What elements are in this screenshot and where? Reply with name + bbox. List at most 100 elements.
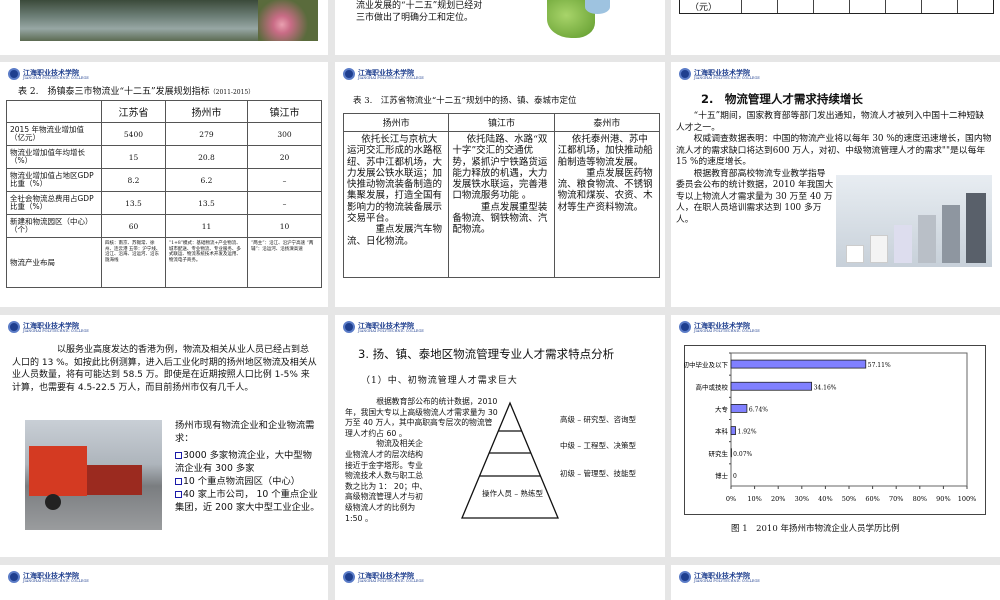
text-line: 三市做出了明确分工和定位。 [356, 12, 474, 23]
logo-icon [8, 571, 20, 583]
text-line: 流业发展的“十二五”规划已经对 [356, 1, 483, 11]
caption-text: 表 2. 扬镇泰三市物流业“十二五”发展规划指标 [18, 87, 210, 97]
table-cell: 依托陆路、水路“双十字”交汇的交通优势，紧抓沪宁铁路货运能力释放的机遇，大力发展… [448, 131, 555, 278]
square-bullet-icon [175, 478, 182, 485]
bar [730, 448, 732, 458]
table-cell: 13.5 [101, 191, 166, 215]
slide-thumbnail[interactable]: 江海职业技术学院 JIANGHAI POLYTECHNIC COLLEGE 3. … [335, 315, 665, 557]
logo-icon [8, 68, 20, 80]
truck-cab [29, 446, 87, 496]
column-header: 江苏省 [101, 100, 166, 123]
slide-thumbnail[interactable]: 江海职业技术学院 JIANGHAI POLYTECHNIC COLLEGE [335, 565, 665, 600]
slide-thumbnail[interactable]: 江海职业技术学院 JIANGHAI POLYTECHNIC COLLEGE 以服务… [0, 315, 328, 557]
truck-container [87, 465, 142, 495]
slide-thumbnail[interactable]: 江海职业技术学院 JIANGHAI POLYTECHNIC COLLEGE 2. … [671, 62, 1000, 307]
ladder-step [894, 225, 912, 263]
table-row: 新建和物流园区（中心）（个） 60 11 10 [6, 214, 322, 238]
slide-thumbnail[interactable]: 江海职业技术学院 JIANGHAI POLYTECHNIC COLLEGE [0, 565, 328, 600]
chart-caption: 图 1 2010 年扬州市物流企业人员学历比例 [731, 524, 900, 534]
paragraph: 权威调查数据表明：中国的物流产业将以每年 30 %的速度迅速增长，国内物流人才的… [676, 134, 992, 169]
side-title: 扬州市现有物流企业和企业物流需求： [175, 420, 315, 444]
column-header: 镇江市 [448, 113, 555, 132]
table-cell: 物流业增加值年均增长（%） [6, 145, 102, 169]
table-row: 全社会物流总费用占GDP 比重（%） 13.5 13.5– [6, 191, 322, 215]
plot-area [730, 352, 968, 487]
data-label: 0 [733, 473, 737, 480]
x-tick-label: 90% [936, 495, 950, 503]
ladder-step [870, 235, 888, 263]
table-cell: 10 [247, 214, 322, 238]
x-tick-label: 70% [889, 495, 903, 503]
x-tick-label: 20% [771, 495, 785, 503]
table-row: 2015 年物流业增加值（亿元） 5400 279 300 [6, 122, 322, 146]
logo-name: 江海职业技术学院 [23, 570, 79, 580]
table-cell: 60 [101, 214, 166, 238]
table-cell: 13.5 [164, 191, 249, 215]
table-cell: 四核：南京、苏锡常、徐州、连云港 五带：沪宁线、沿江、沿海、沿运河、沿东陇海线 [101, 237, 166, 288]
college-logo: 江海职业技术学院 JIANGHAI POLYTECHNIC COLLEGE [679, 321, 760, 333]
logo-english: JIANGHAI POLYTECHNIC COLLEGE [358, 75, 424, 80]
slide-thumbnail[interactable]: （元） [671, 0, 1000, 55]
table-cell: – [247, 191, 322, 215]
table-cell: 物流业增加值占地区GDP 比重（%） [6, 168, 102, 192]
table-cell: 物流产业布局 [6, 237, 102, 288]
category-label: 初中毕业及以下 [684, 360, 729, 369]
bullet-item: 10 个重点物流园区（中心） [175, 475, 320, 488]
city-positioning-table: 扬州市 镇江市 泰州市 依托长江与京杭大运河交汇形成的水路枢纽、苏中江都机场，大力发… [342, 113, 661, 278]
slide-side-text: 扬州市现有物流企业和企业物流需求： 3000 多家物流企业，大中型物流企业有 3… [175, 419, 320, 514]
table-cell: 2015 年物流业增加值（亿元） [6, 122, 102, 146]
logo-english: JIANGHAI POLYTECHNIC COLLEGE [23, 578, 89, 583]
cell-text: 依托泰州港、苏中江都机场，加快推动船舶制造等物流发展。 [557, 134, 653, 168]
slide-thumbnail[interactable]: 流业发展的“十二五”规划已经对 三市做出了明确分工和定位。 [335, 0, 665, 55]
table-row: 物流业增加值占地区GDP 比重（%） 8.2 6.2– [6, 168, 322, 192]
logo-name: 江海职业技术学院 [23, 67, 79, 77]
bullet-item: 40 家上市公司， 10 个重点企业集团，近 200 家大中型工业企业。 [175, 488, 320, 514]
table-caption: 表 2. 扬镇泰三市物流业“十二五”发展规划指标（2011-2015） [18, 84, 254, 97]
ladder-step [846, 245, 864, 263]
logo-english: JIANGHAI POLYTECHNIC COLLEGE [694, 328, 760, 333]
column-header: 扬州市 [164, 100, 249, 123]
slide-thumbnail[interactable]: 江海职业技术学院 JIANGHAI POLYTECHNIC COLLEGE 表 2… [0, 62, 328, 307]
slide-thumbnail[interactable]: 江海职业技术学院 JIANGHAI POLYTECHNIC COLLEGE 表 3… [335, 62, 665, 307]
logo-icon [8, 321, 20, 333]
x-tick-label: 30% [795, 495, 809, 503]
column-header: 镇江市 [247, 100, 322, 123]
x-tick-label: 60% [865, 495, 879, 503]
slide-thumbnail[interactable] [0, 0, 328, 55]
x-tick-label: 0% [726, 495, 736, 503]
logo-icon [343, 68, 355, 80]
category-label: 大专 [715, 404, 729, 413]
table-cell: “两主”：沿江、沿沪宁高速 “两辅”：沿运河、沿扬溧高速 [247, 237, 322, 288]
slide-body: “十五”期间，国家教育部等部门发出通知，物流人才被列入中国十二种短缺人才之一。 … [676, 111, 992, 226]
table-caption: 表 3. 江苏省物流业“十二五”规划中的扬、镇、泰城市定位 [353, 96, 577, 106]
slide-subtitle: （1）中、初物流管理人才需求巨大 [361, 376, 518, 386]
table-cell: （元） [680, 0, 742, 13]
logo-name: 江海职业技术学院 [694, 67, 750, 77]
logo-english: JIANGHAI POLYTECHNIC COLLEGE [23, 75, 89, 80]
cell-text: 重点发展汽车物流、日化物流。 [347, 224, 443, 247]
logo-name: 江海职业技术学院 [23, 320, 79, 330]
college-logo: 江海职业技术学院 JIANGHAI POLYTECHNIC COLLEGE [679, 68, 760, 80]
pyramid-level-label: 高级 – 研究型、咨询型 [560, 415, 637, 424]
table-cell: 8.2 [101, 168, 166, 192]
logo-icon [679, 321, 691, 333]
data-label: 6.74% [749, 406, 768, 413]
logo-name: 江海职业技术学院 [358, 67, 414, 77]
column-header: 扬州市 [342, 113, 450, 132]
data-label: 34.16% [814, 384, 837, 391]
paragraph: “十五”期间，国家教育部等部门发出通知，物流人才被列入中国十二种短缺人才之一。 [676, 111, 985, 133]
logo-english: JIANGHAI POLYTECHNIC COLLEGE [358, 328, 424, 333]
slide-thumbnail[interactable]: 江海职业技术学院 JIANGHAI POLYTECHNIC COLLEGE [671, 565, 1000, 600]
bullet-text: 40 家上市公司， 10 个重点企业集团，近 200 家大中型工业企业。 [175, 489, 320, 513]
paragraph: 物流及相关企业物流人才的层次结构接近于金字塔形。专业物流技术人数与职工总数之比为… [345, 439, 428, 523]
table-header-row: 扬州市 镇江市 泰州市 [342, 113, 661, 132]
table-header-row: 江苏省 扬州市 镇江市 [6, 100, 322, 123]
logo-icon [343, 571, 355, 583]
blossom-area [258, 0, 318, 41]
pyramid-level-label: 初级 – 管理型、技能型 [560, 469, 637, 478]
caption-years: （2011-2015） [209, 89, 255, 96]
slide-thumbnail[interactable]: 江海职业技术学院 JIANGHAI POLYTECHNIC COLLEGE 初中毕… [671, 315, 1000, 557]
slide-title: 3. 扬、镇、泰地区物流管理专业人才需求特点分析 [358, 347, 615, 361]
category-label: 研究生 [709, 449, 729, 458]
slide-paragraph: 以服务业高度发达的香港为例，物流及相关从业人员已经占到总人口的 13 %。如按此… [12, 345, 317, 393]
